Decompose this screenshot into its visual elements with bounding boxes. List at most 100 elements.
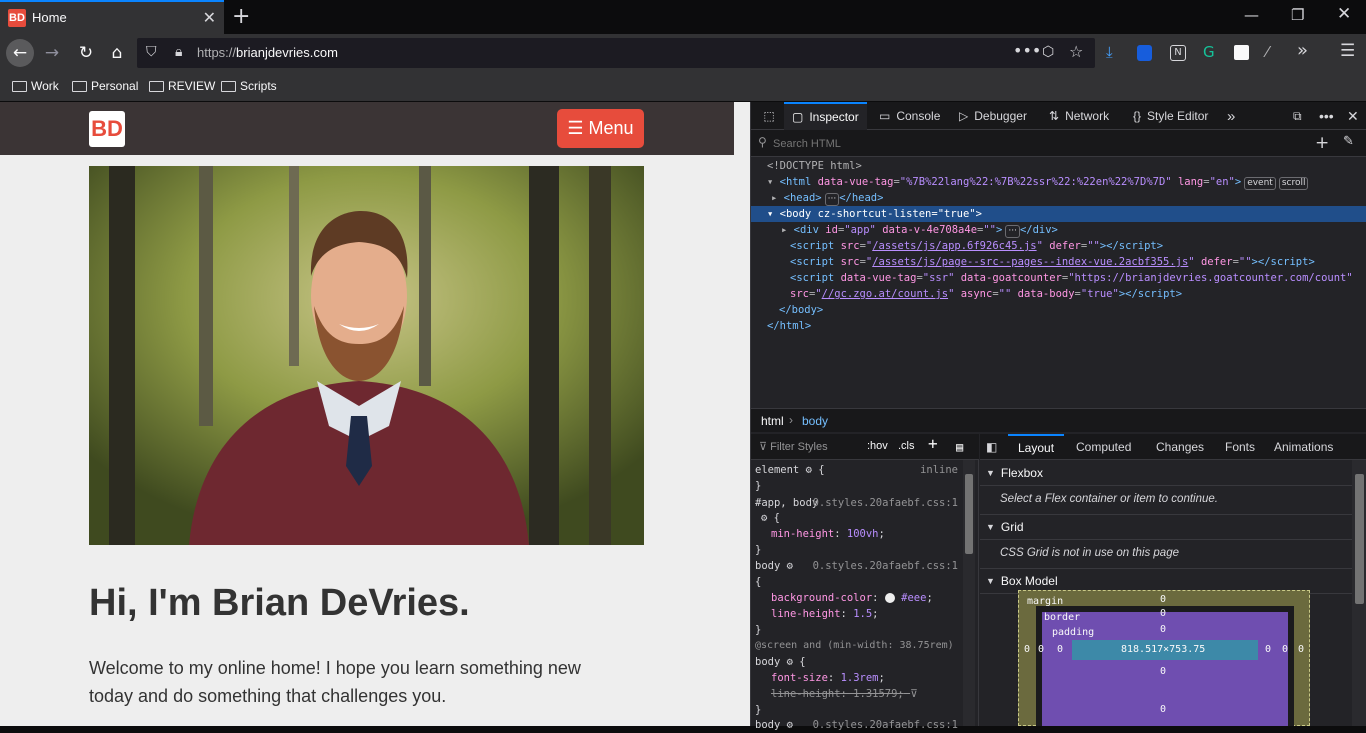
- border-right-value[interactable]: 0: [1282, 644, 1288, 655]
- event-badge[interactable]: event: [1244, 177, 1276, 190]
- gear-icon[interactable]: ⚙: [787, 719, 793, 731]
- markup-line[interactable]: ▸ <div id="app" data-v-4e708a4e=""> ··· </…: [751, 222, 1366, 238]
- tab-fonts[interactable]: Fonts: [1225, 434, 1255, 460]
- gear-icon[interactable]: ⚙: [806, 464, 812, 476]
- markup-line[interactable]: src="//gc.zgo.at/count.js" async="" data…: [751, 286, 1366, 302]
- restore-icon[interactable]: ❐: [1291, 6, 1304, 24]
- downloads-icon[interactable]: ⤓: [1106, 43, 1113, 61]
- margin-top-value[interactable]: 0: [1160, 594, 1166, 605]
- padding-right-value[interactable]: 0: [1265, 644, 1271, 655]
- todoist-icon[interactable]: [1234, 45, 1249, 60]
- tab-debugger[interactable]: ▷ Debugger: [959, 102, 1027, 130]
- markup-line[interactable]: <!DOCTYPE html>: [751, 158, 1366, 174]
- rule-selector[interactable]: element ⚙ {: [755, 462, 825, 478]
- filter-styles-input[interactable]: ⊽ Filter Styles: [759, 440, 828, 453]
- markup-line[interactable]: <script src="/assets/js/page--src--pages…: [751, 254, 1366, 270]
- eyedropper-icon[interactable]: ✎: [1343, 134, 1354, 149]
- filter-icon[interactable]: ⊽: [910, 686, 918, 702]
- eyedropper-icon[interactable]: ⁄: [1266, 43, 1269, 61]
- border-left-value[interactable]: 0: [1038, 644, 1044, 655]
- back-icon[interactable]: ←: [6, 39, 34, 67]
- padding-top-value[interactable]: 0: [1160, 624, 1166, 635]
- rule-declaration[interactable]: min-height: 100vh;: [755, 526, 885, 542]
- rule-selector[interactable]: #app, body: [755, 495, 818, 511]
- padding-bottom-value[interactable]: 0: [1160, 666, 1166, 677]
- margin-left-value[interactable]: 0: [1024, 644, 1030, 655]
- scroll-badge[interactable]: scroll: [1278, 177, 1309, 190]
- border-top-value[interactable]: 0: [1160, 608, 1166, 619]
- rule-selector[interactable]: body ⚙: [755, 717, 793, 733]
- add-node-icon[interactable]: +: [1315, 133, 1329, 153]
- window-close-icon[interactable]: ✕: [1337, 4, 1351, 24]
- rule-selector[interactable]: body ⚙: [755, 558, 793, 574]
- rules-scrollbar-thumb[interactable]: [965, 474, 973, 554]
- markup-line-selected[interactable]: ▾ <body cz-shortcut-listen="true">: [751, 206, 1366, 222]
- more-tools-chevron-icon[interactable]: »: [1227, 102, 1235, 130]
- markup-line[interactable]: ▸ <head> ··· </head>: [751, 190, 1366, 206]
- close-devtools-icon[interactable]: ✕: [1347, 102, 1359, 130]
- cls-button[interactable]: .cls: [898, 440, 915, 452]
- bookmark-folder-work[interactable]: Work: [12, 79, 59, 93]
- url-bar[interactable]: ⛉ 🔒︎ https://brianjdevries.com ••• ⬡ ☆: [137, 38, 1095, 68]
- tab-home[interactable]: BD Home ✕: [0, 0, 224, 34]
- content-size-value[interactable]: 818.517×753.75: [1121, 644, 1205, 655]
- tab-inspector[interactable]: ▢ Inspector: [784, 102, 867, 130]
- grid-section-header[interactable]: ▼ Grid: [980, 514, 1352, 540]
- breadcrumb-html[interactable]: html: [761, 414, 784, 428]
- margin-right-value[interactable]: 0: [1298, 644, 1304, 655]
- rule-declaration[interactable]: background-color: #eee;: [755, 590, 933, 606]
- rule-source[interactable]: 0.styles.20afaebf.css:1: [813, 558, 958, 574]
- tab-layout[interactable]: Layout: [1008, 434, 1065, 460]
- url-text[interactable]: https://brianjdevries.com: [197, 45, 338, 60]
- add-rule-icon[interactable]: +: [928, 436, 938, 452]
- lock-icon[interactable]: 🔒︎: [175, 44, 182, 60]
- pocket-icon[interactable]: ⬡: [1042, 44, 1054, 60]
- hamburger-menu-icon[interactable]: ☰: [1340, 41, 1355, 61]
- padding-left-value[interactable]: 0: [1057, 644, 1063, 655]
- tab-computed[interactable]: Computed: [1076, 434, 1131, 460]
- color-swatch[interactable]: [884, 593, 895, 603]
- rule-declaration[interactable]: line-height: 1.5;: [755, 606, 879, 622]
- rule-declaration[interactable]: font-size: 1.3rem;: [755, 670, 885, 686]
- tab-changes[interactable]: Changes: [1156, 434, 1204, 460]
- breadcrumb-body[interactable]: body: [802, 414, 828, 428]
- tab-style-editor[interactable]: {} Style Editor: [1133, 102, 1208, 130]
- notion-icon[interactable]: N: [1170, 45, 1186, 61]
- reload-icon[interactable]: ↻: [72, 39, 100, 67]
- page-actions-icon[interactable]: •••: [1013, 41, 1041, 60]
- tab-console[interactable]: ▭ Console: [879, 102, 940, 130]
- overflow-chevron-icon[interactable]: »: [1297, 40, 1308, 61]
- rule-declaration-overridden[interactable]: line-height: 1.31579; ⊽: [755, 686, 918, 702]
- menu-button[interactable]: ☰ Menu: [557, 109, 644, 148]
- rule-source[interactable]: 0.styles.20afaebf.css:1: [813, 717, 958, 733]
- grammarly-icon[interactable]: G: [1203, 43, 1215, 61]
- tab-network[interactable]: ⇅ Network: [1049, 102, 1109, 130]
- home-icon[interactable]: ⌂: [103, 39, 131, 67]
- bitwarden-icon[interactable]: [1137, 45, 1152, 61]
- layout-scrollbar-thumb[interactable]: [1355, 474, 1364, 604]
- minimize-icon[interactable]: —: [1244, 6, 1259, 24]
- markup-line[interactable]: <script src="/assets/js/app.6f926c45.js"…: [751, 238, 1366, 254]
- flexbox-section-header[interactable]: ▼ Flexbox: [980, 460, 1352, 486]
- rule-source[interactable]: 0.styles.20afaebf.css:1: [813, 495, 958, 511]
- bookmark-folder-review[interactable]: REVIEW: [149, 79, 215, 93]
- border-bottom-value[interactable]: 0: [1160, 704, 1166, 715]
- rule-selector[interactable]: body ⚙ {: [755, 654, 806, 670]
- gear-icon[interactable]: ⚙: [761, 512, 767, 524]
- forward-icon[interactable]: →: [38, 39, 66, 67]
- bookmark-folder-scripts[interactable]: Scripts: [221, 79, 277, 93]
- bookmark-folder-personal[interactable]: Personal: [72, 79, 138, 93]
- gear-icon[interactable]: ⚙: [787, 560, 793, 572]
- dock-side-icon[interactable]: ⧉: [1293, 102, 1302, 130]
- markup-line[interactable]: </body>: [751, 302, 1366, 318]
- toggle-sidebar-icon[interactable]: ◧: [986, 434, 997, 460]
- markup-line[interactable]: </html>: [751, 318, 1366, 334]
- tracking-shield-icon[interactable]: ⛉: [146, 44, 157, 60]
- gear-icon[interactable]: ⚙: [787, 656, 793, 668]
- markup-line[interactable]: ▾ <html data-vue-tag="%7B%22lang%22:%7B%…: [751, 174, 1366, 190]
- element-picker-icon[interactable]: ⬚: [757, 102, 781, 130]
- close-tab-icon[interactable]: ✕: [203, 8, 216, 27]
- search-html-input[interactable]: [773, 135, 1293, 152]
- hov-button[interactable]: :hov: [867, 440, 888, 452]
- markup-line[interactable]: <script data-vue-tag="ssr" data-goatcoun…: [751, 270, 1366, 286]
